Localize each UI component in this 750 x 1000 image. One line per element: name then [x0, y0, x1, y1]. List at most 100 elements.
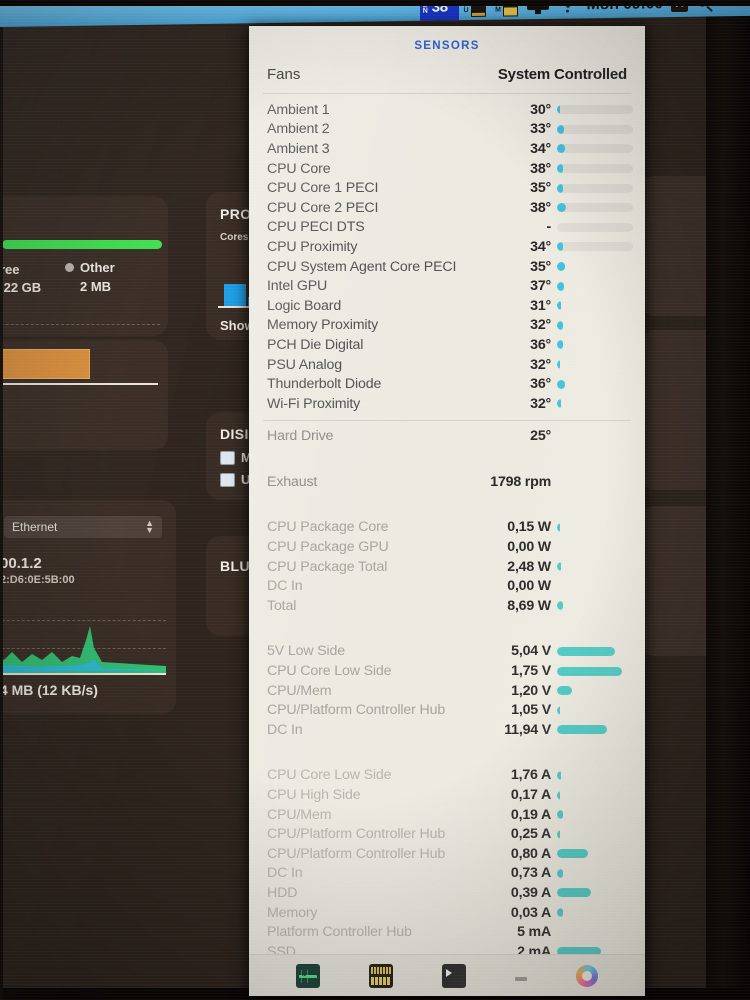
sensor-label: Memory Proximity — [267, 317, 379, 334]
sensor-label: HDD — [267, 884, 298, 901]
sensor-label: CPU Core 2 PECI — [267, 199, 379, 216]
sensor-value: 38° — [530, 160, 551, 177]
sensor-row: DC In 0,00 W — [249, 576, 645, 596]
network-widget[interactable]: Ethernet ▲ ▼ 00.1.2 2:D6:0E:5B:00 ,4 MB (… — [0, 500, 176, 714]
sensor-row: CPU High Side 0,17 A — [249, 785, 645, 805]
sensor-bar — [557, 725, 633, 735]
sensor-row: CPU PECI DTS - — [249, 218, 645, 238]
sensor-bar — [557, 849, 633, 859]
sensor-bar — [557, 928, 633, 937]
sensor-label: DC In — [267, 578, 303, 595]
sensor-bar — [557, 908, 633, 918]
sensor-label: CPU System Agent Core PECI — [267, 258, 457, 275]
sensor-label: CPU High Side — [267, 787, 361, 804]
sensor-value: 0,80 A — [510, 845, 551, 862]
sensor-value: 34° — [530, 238, 551, 255]
sensor-bar — [557, 164, 633, 174]
activity-monitor-icon[interactable] — [295, 963, 320, 988]
fans-mode: System Controlled — [497, 66, 627, 83]
sensor-bar — [557, 144, 633, 154]
sensor-label: Total — [267, 597, 297, 614]
sensor-bar — [557, 203, 633, 213]
fans-group: Exhaust 1798 rpm — [249, 466, 645, 498]
memory-other-value: 2 MB — [80, 279, 112, 294]
sensor-label: DC In — [267, 721, 303, 738]
voltages-group: 5V Low Side 5,04 V CPU Core Low Side 1,75 V… — [249, 636, 645, 746]
sensor-value: 1,75 V — [511, 663, 551, 680]
sensor-label: CPU Package Core — [267, 519, 389, 536]
sensor-value: 8,69 W — [507, 597, 551, 614]
preferences-icon[interactable] — [576, 964, 599, 987]
sensor-row: DC In 0,73 A — [249, 864, 645, 884]
minimize-icon[interactable] — [515, 964, 528, 988]
sensor-value: 1,76 A — [510, 767, 551, 784]
sensor-bar — [557, 477, 633, 486]
network-interface-select[interactable]: Ethernet ▲ ▼ — [4, 516, 162, 538]
memory-other-label: Other — [80, 260, 115, 275]
sensor-value: 1798 rpm — [490, 473, 551, 490]
sensor-value: 11,94 V — [504, 721, 551, 738]
sensor-value: 0,03 A — [510, 904, 551, 921]
memory-widget[interactable]: ree ,22 GB Other 2 MB — [0, 196, 168, 336]
sensor-bar — [557, 810, 633, 820]
sensor-bar — [557, 105, 633, 115]
sensor-value: - — [546, 219, 551, 236]
sensor-bar — [557, 432, 633, 441]
sensor-label: PCH Die Digital — [267, 336, 364, 353]
sensor-bar — [557, 666, 633, 676]
network-traffic-total: ,4 MB (12 KB/s) — [0, 682, 98, 698]
sensor-label: CPU Package GPU — [267, 539, 389, 556]
processor-cores-label: Cores — [220, 232, 249, 243]
sensor-row: Memory 0,03 A — [249, 903, 645, 923]
sensor-bar — [557, 320, 633, 330]
sensor-bar — [557, 124, 633, 134]
sensor-label: CPU Core — [267, 160, 331, 177]
sensor-value: 2,48 W — [507, 558, 551, 575]
sensor-bar — [557, 705, 633, 715]
sensor-row: Platform Controller Hub 5 mA — [249, 922, 645, 942]
sensor-value: 5,04 V — [511, 643, 551, 660]
panel-title: SENSORS — [414, 40, 480, 52]
sensor-bar — [557, 242, 633, 252]
disk-sensors-icon[interactable] — [368, 963, 393, 988]
sensor-bar — [557, 686, 633, 696]
sensor-label: Ambient 1 — [267, 101, 330, 118]
chevron-updown-icon: ▲ ▼ — [145, 518, 154, 535]
sensor-row: CPU/Mem 0,19 A — [249, 805, 645, 825]
sensor-label: CPU/Platform Controller Hub — [267, 702, 446, 719]
sensor-label: Intel GPU — [267, 278, 328, 295]
sensor-row: CPU System Agent Core PECI 35° — [249, 257, 645, 277]
sensor-value: 1,05 V — [511, 702, 551, 719]
sensor-label: CPU Package Total — [267, 558, 388, 575]
network-traffic-graph — [0, 626, 166, 674]
sensor-bar — [557, 543, 633, 552]
sensor-row: Ambient 2 33° — [249, 120, 645, 140]
drives-group: Hard Drive 25° — [249, 421, 645, 453]
sensor-row: PSU Analog 32° — [249, 355, 645, 375]
power-group: CPU Package Core 0,15 W CPU Package GPU 0,0… — [249, 512, 645, 622]
sensor-row: Wi-Fi Proximity 32° — [249, 394, 645, 414]
temperatures-group: Ambient 1 30° Ambient 2 33° Ambient 3 34° CPU … — [249, 94, 645, 420]
sensor-label: CPU/Mem — [267, 806, 332, 823]
sensor-value: 36° — [530, 336, 551, 353]
sensor-value: 5 mA — [517, 924, 551, 941]
memory-free-label: ree — [0, 262, 20, 277]
sensor-label: CPU Core Low Side — [267, 663, 392, 680]
sensor-value: 37° — [530, 278, 551, 295]
sensor-value: 32° — [530, 317, 551, 334]
network-ip: 00.1.2 — [0, 555, 42, 572]
sensor-row: HDD 0,39 A — [249, 883, 645, 903]
sensor-row: CPU Proximity 34° — [249, 237, 645, 257]
sensor-label: CPU Core Low Side — [267, 767, 392, 784]
disk-baseline — [0, 383, 158, 385]
screen-bezel-right — [706, 0, 750, 1000]
sensor-label: DC In — [267, 865, 303, 882]
terminal-icon[interactable] — [441, 963, 466, 988]
sensor-row: CPU/Mem 1,20 V — [249, 681, 645, 701]
disk-usage-widget[interactable] — [0, 340, 168, 450]
other-legend-dot — [65, 263, 74, 272]
sensor-label: CPU/Platform Controller Hub — [267, 826, 446, 843]
fans-section-header: Fans System Controlled — [249, 62, 645, 93]
sensor-bar — [557, 281, 633, 291]
sensor-bar — [557, 301, 633, 311]
